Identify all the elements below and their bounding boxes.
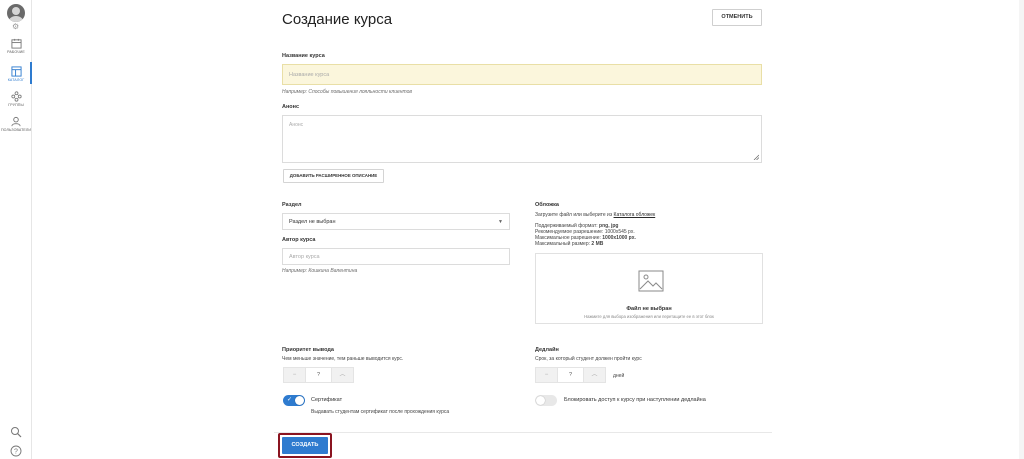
catalog-icon bbox=[10, 66, 22, 77]
sidebar: ⚙ РАБОЧИЕ КАТАЛОГ ГРУППЫ ПОЛЬЗОВАТЕЛИ ? bbox=[0, 0, 32, 459]
cover-dropzone[interactable]: Файл не выбран Нажмите для выбора изобра… bbox=[535, 253, 763, 324]
deadline-description: Срок, за который студент должен пройти к… bbox=[535, 356, 642, 362]
decrement-button[interactable]: − bbox=[535, 367, 558, 383]
priority-description: Чем меньше значение, тем раньше выводитс… bbox=[282, 356, 404, 362]
certificate-description: Выдавать студентам сертификат после прох… bbox=[311, 409, 450, 415]
deadline-stepper: − ? ︿ bbox=[535, 367, 606, 383]
gear-icon[interactable]: ⚙ bbox=[12, 23, 19, 31]
no-file-text: Файл не выбран bbox=[626, 306, 672, 312]
scrollbar[interactable] bbox=[1019, 0, 1024, 459]
increment-button[interactable]: ︿ bbox=[583, 367, 606, 383]
section-label: Раздел bbox=[282, 202, 302, 208]
footer-divider bbox=[274, 432, 772, 433]
cover-upload-text: Загрузите файл или выберите из Каталога … bbox=[535, 212, 655, 218]
add-description-button[interactable]: ДОБАВИТЬ РАСШИРЕННОЕ ОПИСАНИЕ bbox=[283, 169, 384, 183]
users-icon bbox=[11, 116, 21, 127]
certificate-label: Сертификат bbox=[311, 397, 343, 403]
page-title: Создание курса bbox=[282, 11, 393, 28]
avatar[interactable] bbox=[7, 4, 25, 22]
priority-value[interactable]: ? bbox=[306, 367, 331, 383]
resize-handle-icon[interactable] bbox=[753, 154, 759, 160]
cover-max-size-label: Максимальный размер: bbox=[535, 241, 591, 247]
block-access-label: Блокировать доступ к курсу при наступлен… bbox=[564, 397, 706, 403]
cover-upload-text-part: Загрузите файл или выберите из bbox=[535, 212, 613, 218]
announce-textarea[interactable]: Анонс bbox=[282, 115, 762, 163]
toggle-knob bbox=[295, 396, 304, 405]
calendar-icon bbox=[10, 38, 22, 49]
cover-label: Обложка bbox=[535, 202, 559, 208]
section-select[interactable]: Раздел не выбран ▼ bbox=[282, 213, 510, 230]
create-button-focus-outline: СОЗДАТЬ bbox=[278, 433, 332, 458]
check-icon: ✓ bbox=[287, 397, 293, 403]
cancel-button[interactable]: ОТМЕНИТЬ bbox=[712, 9, 762, 26]
priority-stepper: − ? ︿ bbox=[283, 367, 354, 383]
author-hint: Например: Кошкина Валентина bbox=[282, 268, 358, 274]
toggle-knob bbox=[536, 396, 545, 405]
author-label: Автор курса bbox=[282, 237, 316, 243]
section-select-value: Раздел не выбран bbox=[289, 218, 336, 225]
announce-label: Анонс bbox=[282, 104, 300, 110]
block-access-toggle[interactable] bbox=[535, 395, 557, 406]
decrement-button[interactable]: − bbox=[283, 367, 306, 383]
groups-icon bbox=[10, 91, 22, 102]
sidebar-item-work[interactable]: РАБОЧИЕ bbox=[0, 38, 32, 54]
cover-max-size-value: 2 MB bbox=[591, 241, 604, 247]
deadline-value[interactable]: ? bbox=[558, 367, 583, 383]
course-name-label: Название курса bbox=[282, 53, 325, 59]
course-name-input[interactable]: Название курса bbox=[282, 64, 762, 85]
author-input[interactable]: Автор курса bbox=[282, 248, 510, 265]
dropzone-hint: Нажмите для выбора изображения или перет… bbox=[584, 314, 714, 319]
image-placeholder-icon bbox=[638, 270, 664, 292]
sidebar-item-label: ПОЛЬЗОВАТЕЛИ bbox=[0, 128, 32, 132]
caret-down-icon: ▼ bbox=[498, 219, 503, 225]
sidebar-item-label: ГРУППЫ bbox=[8, 103, 24, 107]
deadline-label: Дедлайн bbox=[535, 347, 559, 353]
sidebar-item-groups[interactable]: ГРУППЫ bbox=[0, 91, 32, 107]
help-icon[interactable]: ? bbox=[10, 445, 22, 457]
create-button[interactable]: СОЗДАТЬ bbox=[282, 437, 328, 454]
search-users-icon[interactable] bbox=[10, 426, 22, 438]
sidebar-item-users[interactable]: ПОЛЬЗОВАТЕЛИ bbox=[0, 116, 32, 132]
priority-label: Приоритет вывода bbox=[282, 347, 334, 353]
course-name-hint: Например: Способы повышения лояльности к… bbox=[282, 89, 413, 95]
svg-text:?: ? bbox=[14, 449, 18, 456]
cover-max-size-line: Максимальный размер: 2 MB bbox=[535, 241, 603, 247]
deadline-unit: дней bbox=[613, 373, 625, 379]
announce-placeholder: Анонс bbox=[289, 122, 304, 128]
active-indicator bbox=[30, 62, 32, 84]
cover-max-resolution-value: 1000х1000 px. bbox=[602, 235, 636, 241]
certificate-toggle[interactable]: ✓ bbox=[283, 395, 305, 406]
sidebar-item-label: РАБОЧИЕ bbox=[7, 50, 25, 54]
cover-catalog-link[interactable]: Каталога обложек bbox=[614, 212, 656, 218]
sidebar-item-label: КАТАЛОГ bbox=[7, 78, 25, 82]
increment-button[interactable]: ︿ bbox=[331, 367, 354, 383]
sidebar-item-catalog[interactable]: КАТАЛОГ bbox=[0, 66, 32, 82]
